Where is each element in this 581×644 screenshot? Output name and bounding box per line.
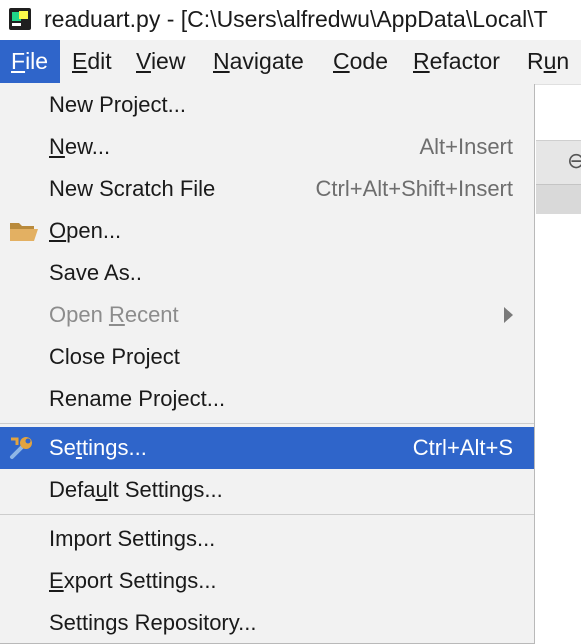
pycharm-app-icon xyxy=(9,8,31,30)
open-folder-icon xyxy=(10,223,38,241)
menu-bar: File Edit View Navigate Code Refactor Ru… xyxy=(0,40,581,85)
menu-item-close-project[interactable]: Close Project xyxy=(0,336,534,378)
menu-separator xyxy=(0,423,534,424)
menu-separator xyxy=(0,514,534,515)
window-title: readuart.py - [C:\Users\alfredwu\AppData… xyxy=(44,6,548,32)
menu-refactor[interactable]: Refactor xyxy=(402,40,511,83)
editor-area[interactable] xyxy=(536,214,581,638)
menu-item-save-as[interactable]: Save As.. xyxy=(0,252,534,294)
menu-item-open-recent: Open Recent xyxy=(0,294,534,336)
menu-view[interactable]: View xyxy=(125,40,196,83)
menu-run[interactable]: Run xyxy=(516,40,580,83)
shortcut-new-scratch: Ctrl+Alt+Shift+Insert xyxy=(315,176,513,201)
menu-item-settings[interactable]: Settings... Ctrl+Alt+S xyxy=(0,427,534,469)
menu-item-new[interactable]: New... Alt+Insert xyxy=(0,126,534,168)
menu-item-export-settings[interactable]: Export Settings... xyxy=(0,560,534,602)
file-menu-dropdown: New Project... New... Alt+Insert New Scr… xyxy=(0,84,535,644)
tab-close-icon[interactable]: ⊖ xyxy=(567,148,581,174)
menu-navigate[interactable]: Navigate xyxy=(202,40,315,83)
menu-item-import-settings[interactable]: Import Settings... xyxy=(0,518,534,560)
menu-file[interactable]: File xyxy=(0,40,60,83)
menu-item-new-scratch-file[interactable]: New Scratch File Ctrl+Alt+Shift+Insert xyxy=(0,168,534,210)
chevron-right-icon xyxy=(504,307,513,323)
menu-code[interactable]: Code xyxy=(322,40,399,83)
menu-item-rename-project[interactable]: Rename Project... xyxy=(0,378,534,420)
menu-item-open[interactable]: Open... xyxy=(0,210,534,252)
menu-edit[interactable]: Edit xyxy=(61,40,123,83)
wrench-icon xyxy=(10,437,32,459)
editor-breadcrumb-strip xyxy=(536,184,581,215)
menu-item-default-settings[interactable]: Default Settings... xyxy=(0,469,534,511)
shortcut-settings: Ctrl+Alt+S xyxy=(412,435,513,460)
shortcut-new: Alt+Insert xyxy=(419,134,513,159)
title-bar: readuart.py - [C:\Users\alfredwu\AppData… xyxy=(0,0,581,40)
menu-item-new-project[interactable]: New Project... xyxy=(0,84,534,126)
